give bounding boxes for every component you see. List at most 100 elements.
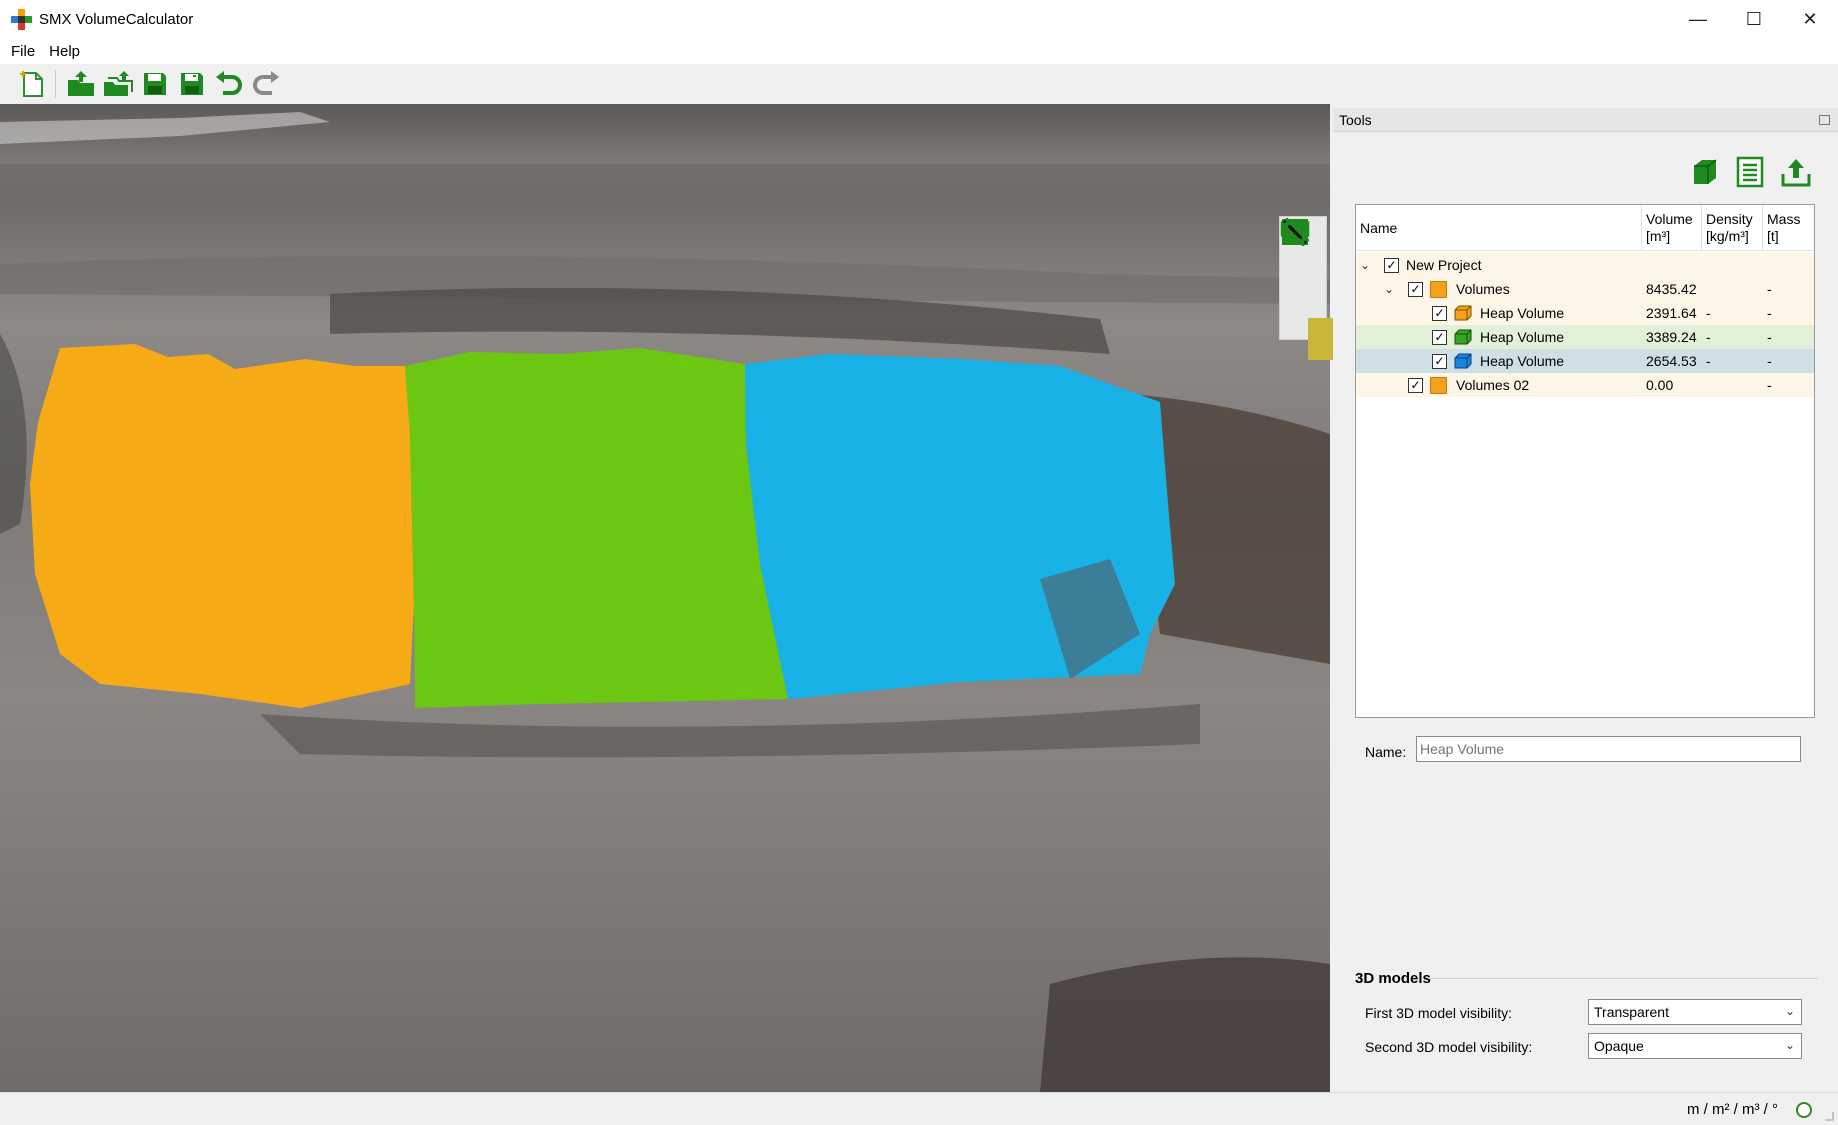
row-checkbox[interactable]: ✓ — [1432, 329, 1447, 345]
window-title: SMX VolumeCalculator — [39, 10, 194, 28]
row-name: New Project — [1406, 257, 1482, 273]
column-name[interactable]: Name — [1356, 205, 1642, 251]
column-mass[interactable]: Mass [t] — [1763, 205, 1814, 251]
volume-tree: Name Volume [m³] Density [kg/m³] Mass [t] ⌄… — [1355, 204, 1815, 718]
first-visibility-value: Transparent — [1594, 1004, 1669, 1020]
heap-cube-blue-icon — [1454, 353, 1472, 369]
models-section-title: 3D models — [1355, 970, 1431, 987]
status-bar: m / m² / m³ / ° — [0, 1092, 1838, 1125]
row-mass: - — [1767, 329, 1772, 345]
row-volume: 3389.24 — [1646, 329, 1697, 345]
resize-grip-icon[interactable] — [1824, 1111, 1834, 1121]
menu-help[interactable]: Help — [42, 43, 87, 60]
row-name: Volumes — [1456, 281, 1510, 297]
row-mass: - — [1767, 305, 1772, 321]
row-checkbox[interactable]: ✓ — [1408, 281, 1423, 297]
menu-file[interactable]: File — [4, 43, 42, 60]
new-project-icon — [20, 71, 43, 97]
tree-header: Name Volume [m³] Density [kg/m³] Mass [t] — [1356, 205, 1814, 251]
geo-reference-icon[interactable] — [1796, 1102, 1812, 1118]
tree-row-heap-volume-blue[interactable]: ✓ Heap Volume 2654.53 - - — [1356, 349, 1814, 373]
terrain-bank — [260, 704, 1200, 758]
row-checkbox[interactable]: ✓ — [1432, 353, 1447, 369]
tools-panel: Tools Name Volume [m³] Density [kg/m³] Mas… — [1333, 104, 1838, 1092]
redo-button[interactable] — [249, 67, 283, 101]
minimize-icon: — — [1689, 8, 1707, 29]
column-mass-label: Mass — [1767, 211, 1801, 227]
maximize-icon: ☐ — [1745, 8, 1763, 29]
undo-button[interactable] — [212, 67, 246, 101]
report-icon — [1736, 156, 1764, 188]
row-name: Volumes 02 — [1456, 377, 1530, 393]
heap-volume-orange-surface[interactable] — [30, 344, 414, 708]
heap-cube-orange-icon — [1454, 305, 1472, 321]
tree-row-project[interactable]: ⌄ ✓ New Project — [1356, 253, 1814, 277]
maximize-button[interactable]: ☐ — [1726, 0, 1782, 38]
row-volume: 2654.53 — [1646, 353, 1697, 369]
report-button[interactable] — [1732, 154, 1768, 190]
column-name-label: Name — [1360, 219, 1398, 236]
toolbar-separator — [55, 70, 56, 98]
row-checkbox[interactable]: ✓ — [1408, 377, 1423, 393]
row-checkbox[interactable]: ✓ — [1432, 305, 1447, 321]
tree-row-heap-volume-green[interactable]: ✓ Heap Volume 3389.24 - - — [1356, 325, 1814, 349]
new-project-button[interactable] — [16, 67, 50, 101]
column-volume[interactable]: Volume [m³] — [1642, 205, 1702, 251]
row-checkbox[interactable]: ✓ — [1384, 257, 1399, 273]
close-icon: ✕ — [1802, 8, 1818, 29]
row-name: Heap Volume — [1480, 353, 1565, 369]
tree-row-volumes-02[interactable]: ✓ Volumes 02 0.00 - — [1356, 373, 1814, 397]
open-button[interactable] — [64, 67, 98, 101]
first-visibility-select[interactable]: Transparent ⌄ — [1588, 999, 1802, 1025]
row-density: - — [1706, 329, 1711, 345]
undo-icon — [216, 71, 242, 95]
row-density: - — [1706, 353, 1711, 369]
column-mass-unit: [t] — [1767, 228, 1779, 244]
rock-shadow — [1040, 957, 1330, 1092]
name-input[interactable] — [1416, 736, 1801, 762]
save-button[interactable] — [138, 67, 172, 101]
column-density-unit: [kg/m³] — [1706, 228, 1749, 244]
toolbar — [0, 64, 1838, 104]
open-multiple-icon — [104, 71, 133, 96]
add-volume-button[interactable] — [1686, 154, 1722, 190]
tools-actions — [1686, 154, 1814, 190]
heap-volume-green-surface[interactable] — [405, 348, 788, 708]
left-slope — [0, 334, 27, 534]
collapse-chevron-icon[interactable]: ⌄ — [1360, 253, 1374, 277]
3d-viewport[interactable] — [0, 104, 1330, 1092]
minimize-button[interactable]: — — [1670, 0, 1726, 38]
section-divider — [1428, 978, 1818, 979]
title-bar: SMX VolumeCalculator — ☐ ✕ — [0, 0, 1838, 38]
tree-row-volumes[interactable]: ⌄ ✓ Volumes 8435.42 - — [1356, 277, 1814, 301]
save-as-icon — [181, 73, 203, 95]
second-visibility-label: Second 3D model visibility: — [1365, 1039, 1533, 1055]
row-name: Heap Volume — [1480, 329, 1565, 345]
name-field-label: Name: — [1365, 744, 1407, 760]
first-visibility-label: First 3D model visibility: — [1365, 1005, 1513, 1021]
second-visibility-value: Opaque — [1594, 1038, 1644, 1054]
collapse-chevron-icon[interactable]: ⌄ — [1384, 277, 1398, 301]
column-volume-label: Volume — [1646, 211, 1693, 227]
row-volume: 8435.42 — [1646, 281, 1697, 297]
app-logo-icon — [11, 9, 32, 30]
row-volume: 0.00 — [1646, 377, 1674, 393]
save-as-button[interactable] — [175, 67, 209, 101]
tree-row-heap-volume-orange[interactable]: ✓ Heap Volume 2391.64 - - — [1356, 301, 1814, 325]
chevron-down-icon: ⌄ — [1784, 1004, 1795, 1018]
chevron-down-icon: ⌄ — [1784, 1038, 1795, 1052]
open-icon — [68, 71, 94, 96]
second-visibility-select[interactable]: Opaque ⌄ — [1588, 1033, 1802, 1059]
row-mass: - — [1767, 281, 1772, 297]
open-multiple-button[interactable] — [101, 67, 135, 101]
row-mass: - — [1767, 353, 1772, 369]
units-readout: m / m² / m³ / ° — [1687, 1101, 1778, 1118]
terrain-scene — [0, 104, 1330, 1092]
column-density[interactable]: Density [kg/m³] — [1702, 205, 1763, 251]
export-button[interactable] — [1778, 154, 1814, 190]
tools-panel-header: Tools — [1333, 108, 1838, 132]
tools-panel-title: Tools — [1339, 111, 1372, 128]
save-icon — [144, 73, 166, 95]
undock-icon[interactable] — [1819, 115, 1830, 125]
close-button[interactable]: ✕ — [1782, 0, 1838, 38]
